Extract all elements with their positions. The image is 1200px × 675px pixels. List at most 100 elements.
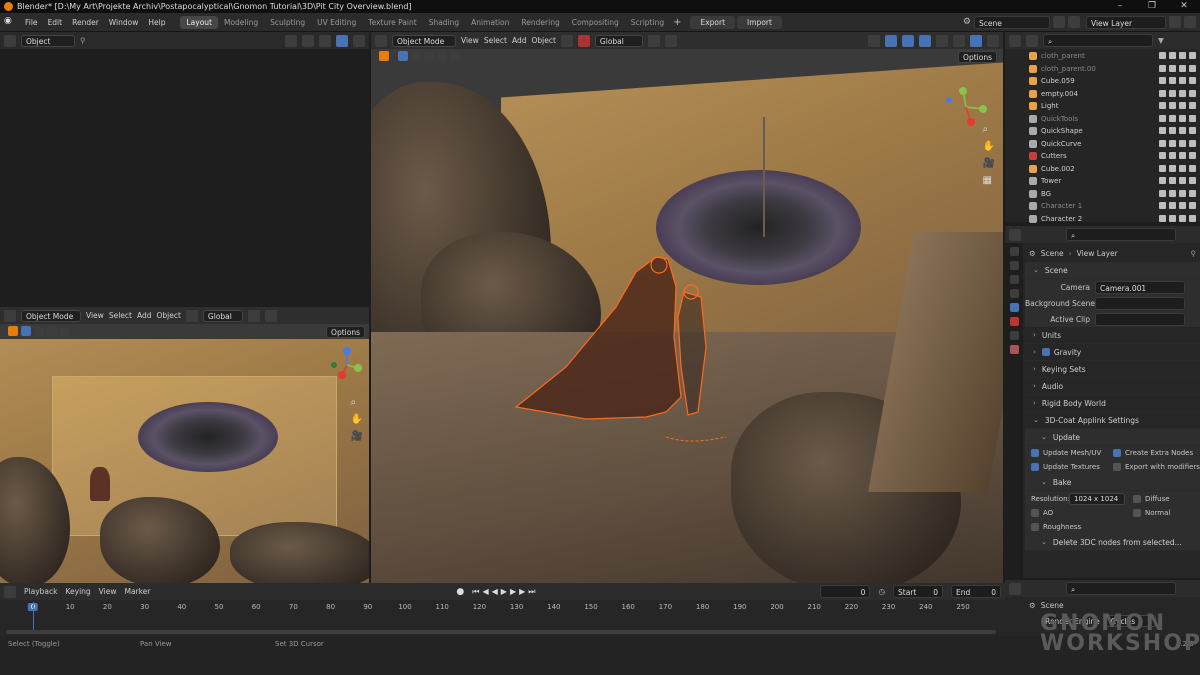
camera-field[interactable]: Camera.001 xyxy=(1095,280,1185,294)
close-icon[interactable]: ✕ xyxy=(1168,0,1200,13)
properties-editor[interactable]: ⌕ ⚙ Scene › View Layer ⚲ ⌄ Scene Camera C… xyxy=(1005,226,1200,578)
tab-modeling[interactable]: Modeling xyxy=(218,16,264,29)
solid-icon[interactable] xyxy=(953,34,965,47)
proportional-icon[interactable] xyxy=(664,34,677,47)
scene-field[interactable]: Scene xyxy=(974,15,1050,29)
overlay-icon[interactable] xyxy=(902,34,914,47)
render-toggle-icon[interactable] xyxy=(1189,189,1196,197)
render-toggle-icon[interactable] xyxy=(1189,114,1196,122)
bg-scene-field[interactable] xyxy=(1095,296,1185,310)
camera-icon[interactable]: 🎥 xyxy=(351,431,363,442)
section-rigid-body[interactable]: › Rigid Body World xyxy=(1025,395,1200,412)
visibility-toggles[interactable] xyxy=(1159,152,1196,159)
render-toggle-icon[interactable] xyxy=(1189,89,1196,97)
editor-type-icon[interactable] xyxy=(1009,582,1021,595)
visibility-toggles[interactable] xyxy=(1159,102,1196,109)
cursor-tool-icon[interactable] xyxy=(379,51,389,61)
select-toggle-icon[interactable] xyxy=(1159,114,1166,122)
minimize-icon[interactable]: – xyxy=(1104,0,1136,13)
outliner-item[interactable]: QuickCurve xyxy=(1029,138,1200,151)
pan-icon[interactable]: ✋ xyxy=(983,141,995,152)
select-toggle-icon[interactable] xyxy=(1159,52,1166,59)
render-toggle-icon[interactable] xyxy=(1189,202,1196,209)
eye-icon[interactable] xyxy=(1169,89,1176,97)
visibility-toggles[interactable] xyxy=(1159,52,1196,59)
editor-type-icon[interactable] xyxy=(1009,34,1021,47)
outliner-item[interactable]: QuickShape xyxy=(1029,125,1200,138)
section-audio[interactable]: › Audio xyxy=(1025,378,1200,395)
viewport-toggle-icon[interactable] xyxy=(1179,202,1186,209)
visibility-toggles[interactable] xyxy=(1159,189,1196,197)
outliner-item[interactable]: Cube.059 xyxy=(1029,75,1200,88)
delete-scene-icon[interactable] xyxy=(1068,16,1080,28)
select-toggle-icon[interactable] xyxy=(1159,177,1166,184)
select-toggle-icon[interactable] xyxy=(1159,189,1166,197)
select-subtract-icon[interactable] xyxy=(47,326,57,336)
blender-menu-icon[interactable]: ◉ xyxy=(4,16,16,28)
render-toggle-icon[interactable] xyxy=(1189,52,1196,59)
visibility-toggles[interactable] xyxy=(1159,177,1196,184)
new-layer-icon[interactable] xyxy=(1169,16,1181,28)
menu-file[interactable]: File xyxy=(20,13,43,32)
outliner-item[interactable]: cloth_parent.00 xyxy=(1029,63,1200,76)
tab-shading[interactable]: Shading xyxy=(423,16,465,29)
eye-icon[interactable] xyxy=(1169,114,1176,122)
render-toggle-icon[interactable] xyxy=(1189,152,1196,159)
import-button[interactable]: Import xyxy=(737,15,782,29)
orientation-dropdown[interactable]: Global xyxy=(594,34,643,47)
scene-tab-icon[interactable] xyxy=(1009,303,1019,312)
eye-icon[interactable] xyxy=(1169,64,1176,72)
update-mesh-checkbox[interactable] xyxy=(1031,449,1039,457)
add-menu[interactable]: Add xyxy=(512,36,527,45)
visibility-toggles[interactable] xyxy=(1159,202,1196,209)
viewport-toggle-icon[interactable] xyxy=(1179,189,1186,197)
camera-icon[interactable]: 🎥 xyxy=(983,158,995,169)
select-subtract-icon[interactable] xyxy=(424,51,434,61)
viewport-toggle-icon[interactable] xyxy=(1179,214,1186,222)
render-tab-icon[interactable] xyxy=(1009,261,1019,270)
snap-icon[interactable] xyxy=(264,309,277,322)
outliner-item[interactable]: cloth_parent xyxy=(1029,50,1200,63)
visibility-icon[interactable] xyxy=(868,34,880,47)
gravity-checkbox[interactable] xyxy=(1041,348,1050,356)
render-toggle-icon[interactable] xyxy=(1189,102,1196,109)
select-toggle-icon[interactable] xyxy=(1159,214,1166,222)
pivot-icon[interactable] xyxy=(247,309,260,322)
transform-icon[interactable] xyxy=(560,34,573,47)
tab-layout[interactable]: Layout xyxy=(180,15,218,29)
maximize-icon[interactable]: ❐ xyxy=(1136,0,1168,13)
view-menu[interactable]: View xyxy=(86,311,104,320)
pin-icon[interactable]: ⚲ xyxy=(1191,249,1197,258)
update-textures-checkbox[interactable] xyxy=(1031,463,1039,471)
eye-icon[interactable] xyxy=(1169,189,1176,197)
grid-icon[interactable]: ▦ xyxy=(983,175,995,186)
viewport-toggle-icon[interactable] xyxy=(1179,177,1186,184)
object-menu[interactable]: Object xyxy=(156,311,180,320)
selected-characters[interactable] xyxy=(506,247,726,447)
tab-sculpting[interactable]: Sculpting xyxy=(264,16,311,29)
options-dropdown[interactable]: Options xyxy=(326,326,365,338)
render-props-search[interactable]: ⌕ xyxy=(1066,582,1176,595)
viewport-toggle-icon[interactable] xyxy=(1179,152,1186,159)
orientation-dropdown[interactable]: Global xyxy=(202,309,243,322)
select-intersect-icon[interactable] xyxy=(450,51,460,61)
snap-icon[interactable] xyxy=(647,34,660,47)
menu-render[interactable]: Render xyxy=(67,13,104,32)
visibility-toggles[interactable] xyxy=(1159,64,1196,72)
tab-animation[interactable]: Animation xyxy=(465,16,515,29)
select-toggle-icon[interactable] xyxy=(1159,139,1166,147)
select-invert-icon[interactable] xyxy=(60,326,70,336)
pivot-icon[interactable] xyxy=(577,34,590,47)
section-units[interactable]: › Units xyxy=(1025,327,1200,344)
eye-icon[interactable] xyxy=(1169,102,1176,109)
transform-icon[interactable] xyxy=(185,309,198,322)
viewport-toggle-icon[interactable] xyxy=(1179,52,1186,59)
outliner-item[interactable]: Cube.002 xyxy=(1029,163,1200,176)
render-toggle-icon[interactable] xyxy=(1189,139,1196,147)
eye-icon[interactable] xyxy=(1169,152,1176,159)
wireframe-icon[interactable] xyxy=(936,34,948,47)
render-toggle-icon[interactable] xyxy=(1189,127,1196,134)
select-toggle-icon[interactable] xyxy=(1159,164,1166,172)
render-toggle-icon[interactable] xyxy=(1189,77,1196,84)
select-extend-icon[interactable] xyxy=(34,326,44,336)
